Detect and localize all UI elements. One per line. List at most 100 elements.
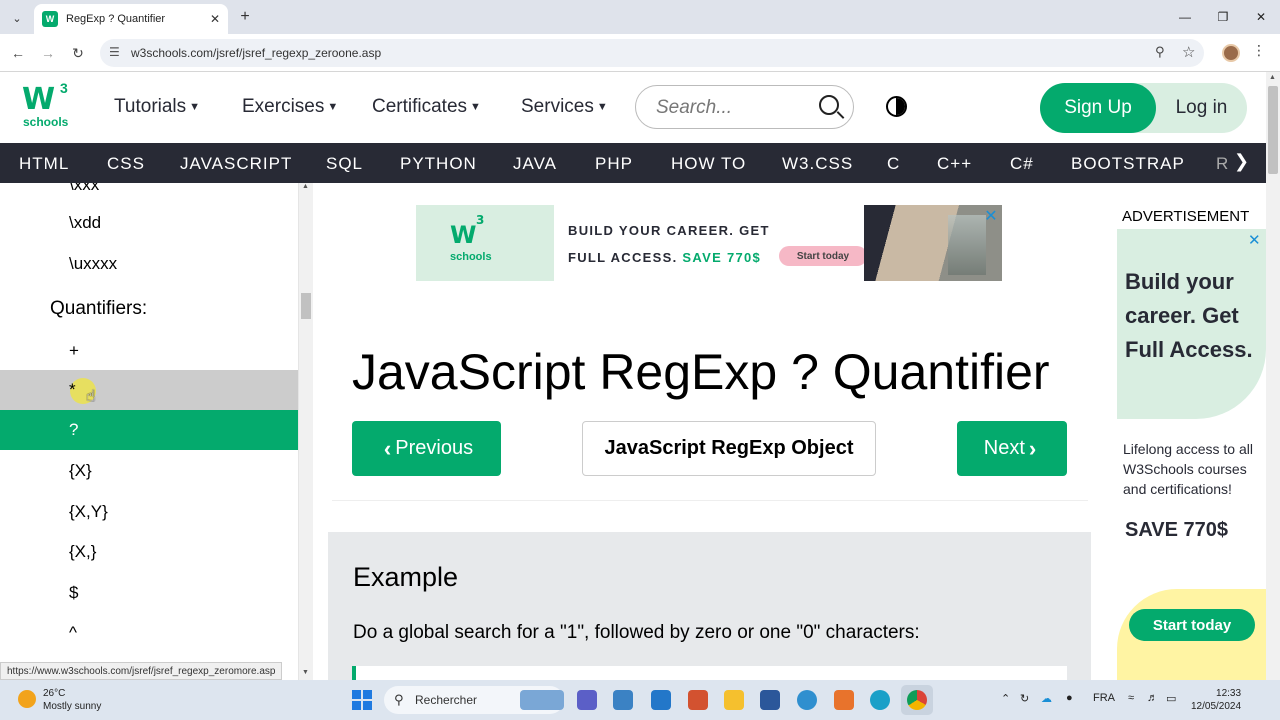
topic-howto[interactable]: HOW TO <box>671 154 746 174</box>
sidebar-item-dollar[interactable]: $ <box>0 573 298 613</box>
store-icon[interactable] <box>613 690 633 710</box>
reload-icon[interactable]: ↻ <box>66 41 90 65</box>
ad-close-icon[interactable]: ✕ <box>982 207 1000 225</box>
scroll-up-icon[interactable]: ▲ <box>302 183 309 190</box>
browser-tab-active[interactable]: W RegExp ? Quantifier ✕ <box>34 4 228 34</box>
tab-title: RegExp ? Quantifier <box>66 13 166 25</box>
bookmark-star-icon[interactable]: ☆ <box>1182 43 1195 61</box>
topic-r[interactable]: R <box>1216 154 1229 174</box>
sync-icon[interactable]: ↻ <box>1020 692 1029 705</box>
sidebar-item-x[interactable]: {X} <box>0 451 298 491</box>
topic-cpp[interactable]: C++ <box>937 154 972 174</box>
topic-sql[interactable]: SQL <box>326 154 363 174</box>
sidebar-scrollbar[interactable]: ▲ ▼ <box>299 183 313 680</box>
side-ad[interactable]: ✕ Build your career. Get Full Access. Li… <box>1117 229 1266 680</box>
language-indicator[interactable]: FRA <box>1093 692 1115 704</box>
banner-cta-button[interactable]: Start today <box>779 246 867 266</box>
profile-avatar[interactable] <box>1222 44 1240 62</box>
topic-csharp[interactable]: C# <box>1010 154 1034 174</box>
ad-start-today-button[interactable]: Start today <box>1129 609 1255 641</box>
widgets-icon[interactable] <box>520 690 564 710</box>
dark-mode-toggle-icon[interactable] <box>886 96 907 117</box>
scroll-down-icon[interactable]: ▼ <box>302 669 309 676</box>
weather-sun-icon[interactable] <box>18 690 36 708</box>
sidebar-item-x-y[interactable]: {X,Y} <box>0 492 298 532</box>
microphone-icon[interactable]: ● <box>1066 692 1073 704</box>
site-info-icon[interactable]: ☰ <box>109 45 120 59</box>
onedrive-cloud-icon[interactable]: ☁ <box>1041 692 1052 705</box>
chrome-icon[interactable] <box>907 690 927 710</box>
topic-css[interactable]: CSS <box>107 154 145 174</box>
sidebar-item-caret[interactable]: ^ <box>0 613 298 653</box>
tab-search-chevron-icon[interactable]: ⌄ <box>6 7 28 29</box>
sidebar-item-label: {X,} <box>69 542 97 561</box>
topic-java[interactable]: JAVA <box>513 154 557 174</box>
word-icon[interactable] <box>760 690 780 710</box>
minimize-icon[interactable]: — <box>1166 0 1204 34</box>
sidebar-item-label: + <box>69 341 79 360</box>
menu-certificates[interactable]: Certificates ▼ <box>372 96 481 118</box>
topic-html[interactable]: HTML <box>19 154 69 174</box>
next-button[interactable]: Next › <box>957 421 1067 476</box>
sidebar-item-star[interactable]: * ☝ <box>0 370 298 410</box>
system-clock[interactable]: 12:33 12/05/2024 <box>1191 687 1241 713</box>
sidebar-item-xdd[interactable]: \xdd <box>0 203 298 243</box>
show-hidden-icons-icon[interactable]: ⌃ <box>1001 692 1010 705</box>
regexp-object-button[interactable]: JavaScript RegExp Object <box>582 421 876 476</box>
scroll-up-icon[interactable]: ▲ <box>1269 74 1276 81</box>
app-orange-icon[interactable] <box>834 690 854 710</box>
sign-up-button[interactable]: Sign Up <box>1040 83 1156 133</box>
topic-python[interactable]: PYTHON <box>400 154 477 174</box>
sidebar-item-label: \xdd <box>69 213 102 232</box>
maximize-icon[interactable]: ❐ <box>1204 0 1242 34</box>
code-block <box>352 666 1067 680</box>
sidebar: \xxx \xdd \uxxxx Quantifiers: + * ☝ ? {X… <box>0 183 299 680</box>
menu-services[interactable]: Services ▼ <box>521 96 608 118</box>
mail-icon[interactable] <box>651 690 671 710</box>
back-arrow-icon[interactable]: ← <box>6 41 30 65</box>
windows-start-icon[interactable] <box>352 690 372 710</box>
topic-php[interactable]: PHP <box>595 154 633 174</box>
sidebar-item-question[interactable]: ? <box>0 410 298 450</box>
close-window-icon[interactable]: ✕ <box>1242 0 1280 34</box>
top-banner-ad[interactable]: W3 schools BUILD YOUR CAREER. GET FULL A… <box>416 205 1002 281</box>
weather-widget[interactable]: 26°C Mostly sunny <box>43 687 101 713</box>
teams-icon[interactable] <box>577 690 597 710</box>
site-search-input[interactable]: Search... <box>635 85 854 129</box>
zoom-icon[interactable]: ⚲ <box>1155 44 1165 60</box>
banner-logo-w: W <box>450 221 477 249</box>
wifi-icon[interactable]: ≈ <box>1128 692 1134 704</box>
edge-icon[interactable] <box>870 690 890 710</box>
sidebar-scroll-thumb[interactable] <box>301 293 311 319</box>
w3schools-logo[interactable]: W 3 schools <box>22 80 74 132</box>
battery-icon[interactable]: ▭ <box>1166 692 1176 705</box>
address-bar[interactable]: ☰ w3schools.com/jsref/jsref_regexp_zeroo… <box>100 39 1204 67</box>
forward-arrow-icon[interactable]: → <box>36 41 60 65</box>
topic-c[interactable]: C <box>887 154 900 174</box>
sidebar-item-plus[interactable]: + <box>0 331 298 371</box>
topic-javascript[interactable]: JAVASCRIPT <box>180 154 292 174</box>
file-explorer-icon[interactable] <box>724 690 744 710</box>
page-scrollbar[interactable]: ▲ <box>1266 72 1280 680</box>
menu-tutorials[interactable]: Tutorials ▼ <box>114 96 200 118</box>
volume-icon[interactable]: ♬ <box>1147 692 1158 704</box>
search-icon[interactable] <box>819 95 839 115</box>
chevron-right-icon[interactable]: ❯ <box>1234 151 1249 172</box>
globe-icon[interactable] <box>797 690 817 710</box>
clock-date: 12/05/2024 <box>1191 701 1242 712</box>
advertisement-label: ADVERTISEMENT <box>1122 208 1250 225</box>
new-tab-plus-icon[interactable]: + <box>234 6 256 28</box>
sidebar-item-xxx[interactable]: \xxx <box>0 183 298 205</box>
page-scroll-thumb[interactable] <box>1268 86 1278 174</box>
log-in-button[interactable]: Log in <box>1156 83 1247 133</box>
sidebar-item-x-comma[interactable]: {X,} <box>0 532 298 572</box>
previous-button[interactable]: ‹ Previous <box>352 421 501 476</box>
menu-exercises[interactable]: Exercises ▼ <box>242 96 338 118</box>
browser-menu-icon[interactable]: ⋮ <box>1252 42 1266 59</box>
powerpoint-icon[interactable] <box>688 690 708 710</box>
sidebar-item-uxxxx[interactable]: \uxxxx <box>0 244 298 284</box>
ad-close-icon[interactable]: ✕ <box>1248 231 1264 249</box>
close-tab-icon[interactable]: ✕ <box>210 12 220 26</box>
topic-w3css[interactable]: W3.CSS <box>782 154 853 174</box>
topic-bootstrap[interactable]: BOOTSTRAP <box>1071 154 1185 174</box>
